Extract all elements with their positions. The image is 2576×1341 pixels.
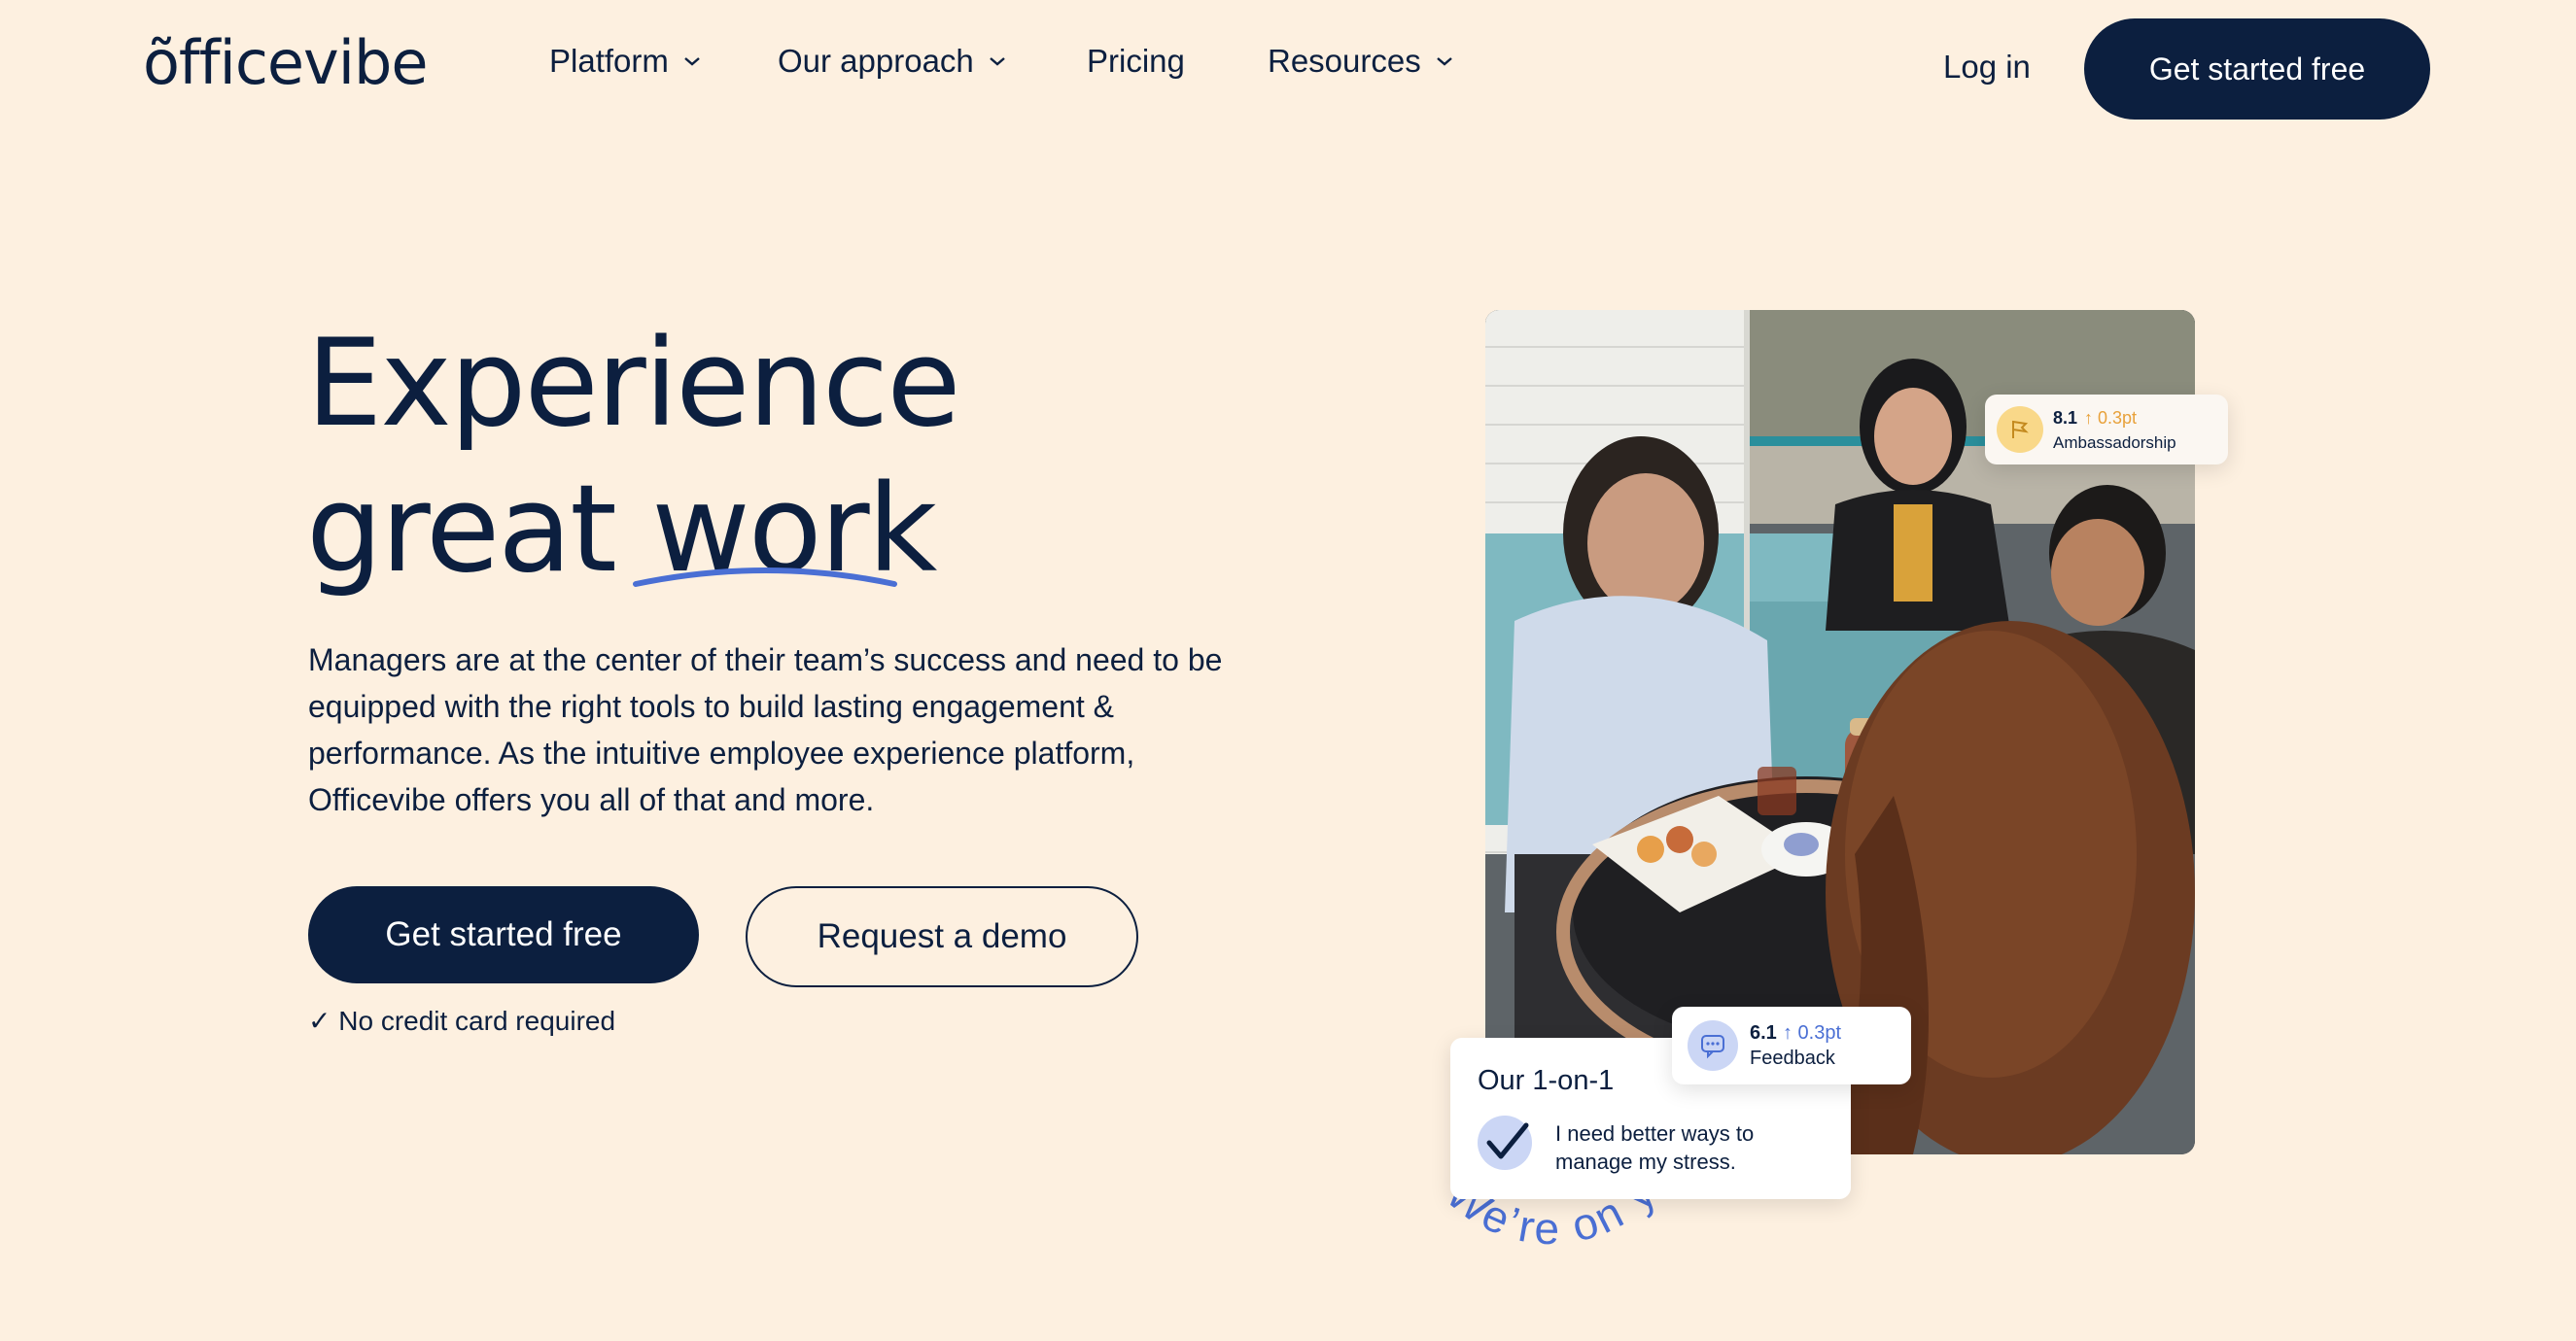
login-link[interactable]: Log in <box>1943 49 2031 86</box>
one-on-one-message: I need better ways to manage my stress. <box>1555 1121 1755 1174</box>
nav-pricing[interactable]: Pricing <box>1087 43 1185 80</box>
ambassadorship-score-card: 8.1 ↑ 0.3pt Ambassadorship <box>1985 395 2228 464</box>
nav-platform[interactable]: Platform <box>549 43 702 80</box>
chevron-down-icon <box>1436 57 1452 66</box>
ambassadorship-score: 8.1 <box>2053 408 2078 428</box>
ambassadorship-delta: ↑ 0.3pt <box>2084 408 2138 428</box>
chevron-down-icon <box>684 57 700 66</box>
hero-description: Managers are at the center of their team… <box>308 642 1223 817</box>
nav-our-approach-label: Our approach <box>778 43 974 79</box>
feedback-delta: ↑ 0.3pt <box>1783 1022 1842 1044</box>
feedback-score: 6.1 <box>1750 1022 1777 1044</box>
no-credit-card-note: ✓ No credit card required <box>308 1006 616 1036</box>
nav-pricing-label: Pricing <box>1087 43 1185 79</box>
work-underline-decoration <box>633 567 897 587</box>
feedback-score-card: 6.1 ↑ 0.3pt Feedback <box>1672 1007 1911 1084</box>
feedback-label: Feedback <box>1750 1048 1835 1069</box>
one-on-one-title: Our 1-on-1 <box>1478 1065 1615 1096</box>
nav-platform-label: Platform <box>549 43 669 79</box>
nav-resources[interactable]: Resources <box>1268 43 1454 80</box>
flag-icon <box>1997 406 2043 453</box>
chevron-down-icon <box>990 57 1005 66</box>
nav-resources-label: Resources <box>1268 43 1421 79</box>
ambassadorship-label: Ambassadorship <box>2053 433 2176 452</box>
chat-bubble-icon <box>1688 1020 1738 1071</box>
nav-our-approach[interactable]: Our approach <box>778 43 1007 80</box>
officevibe-logo[interactable]: õfficevibe <box>143 27 428 98</box>
header-get-started-button[interactable]: Get started free <box>2084 18 2430 120</box>
request-demo-button[interactable]: Request a demo <box>746 886 1138 987</box>
get-started-button[interactable]: Get started free <box>308 886 699 983</box>
checkmark-icon <box>1478 1116 1532 1170</box>
hero-title-line1: Experience <box>306 314 961 454</box>
hero-title-great: great <box>306 460 617 600</box>
